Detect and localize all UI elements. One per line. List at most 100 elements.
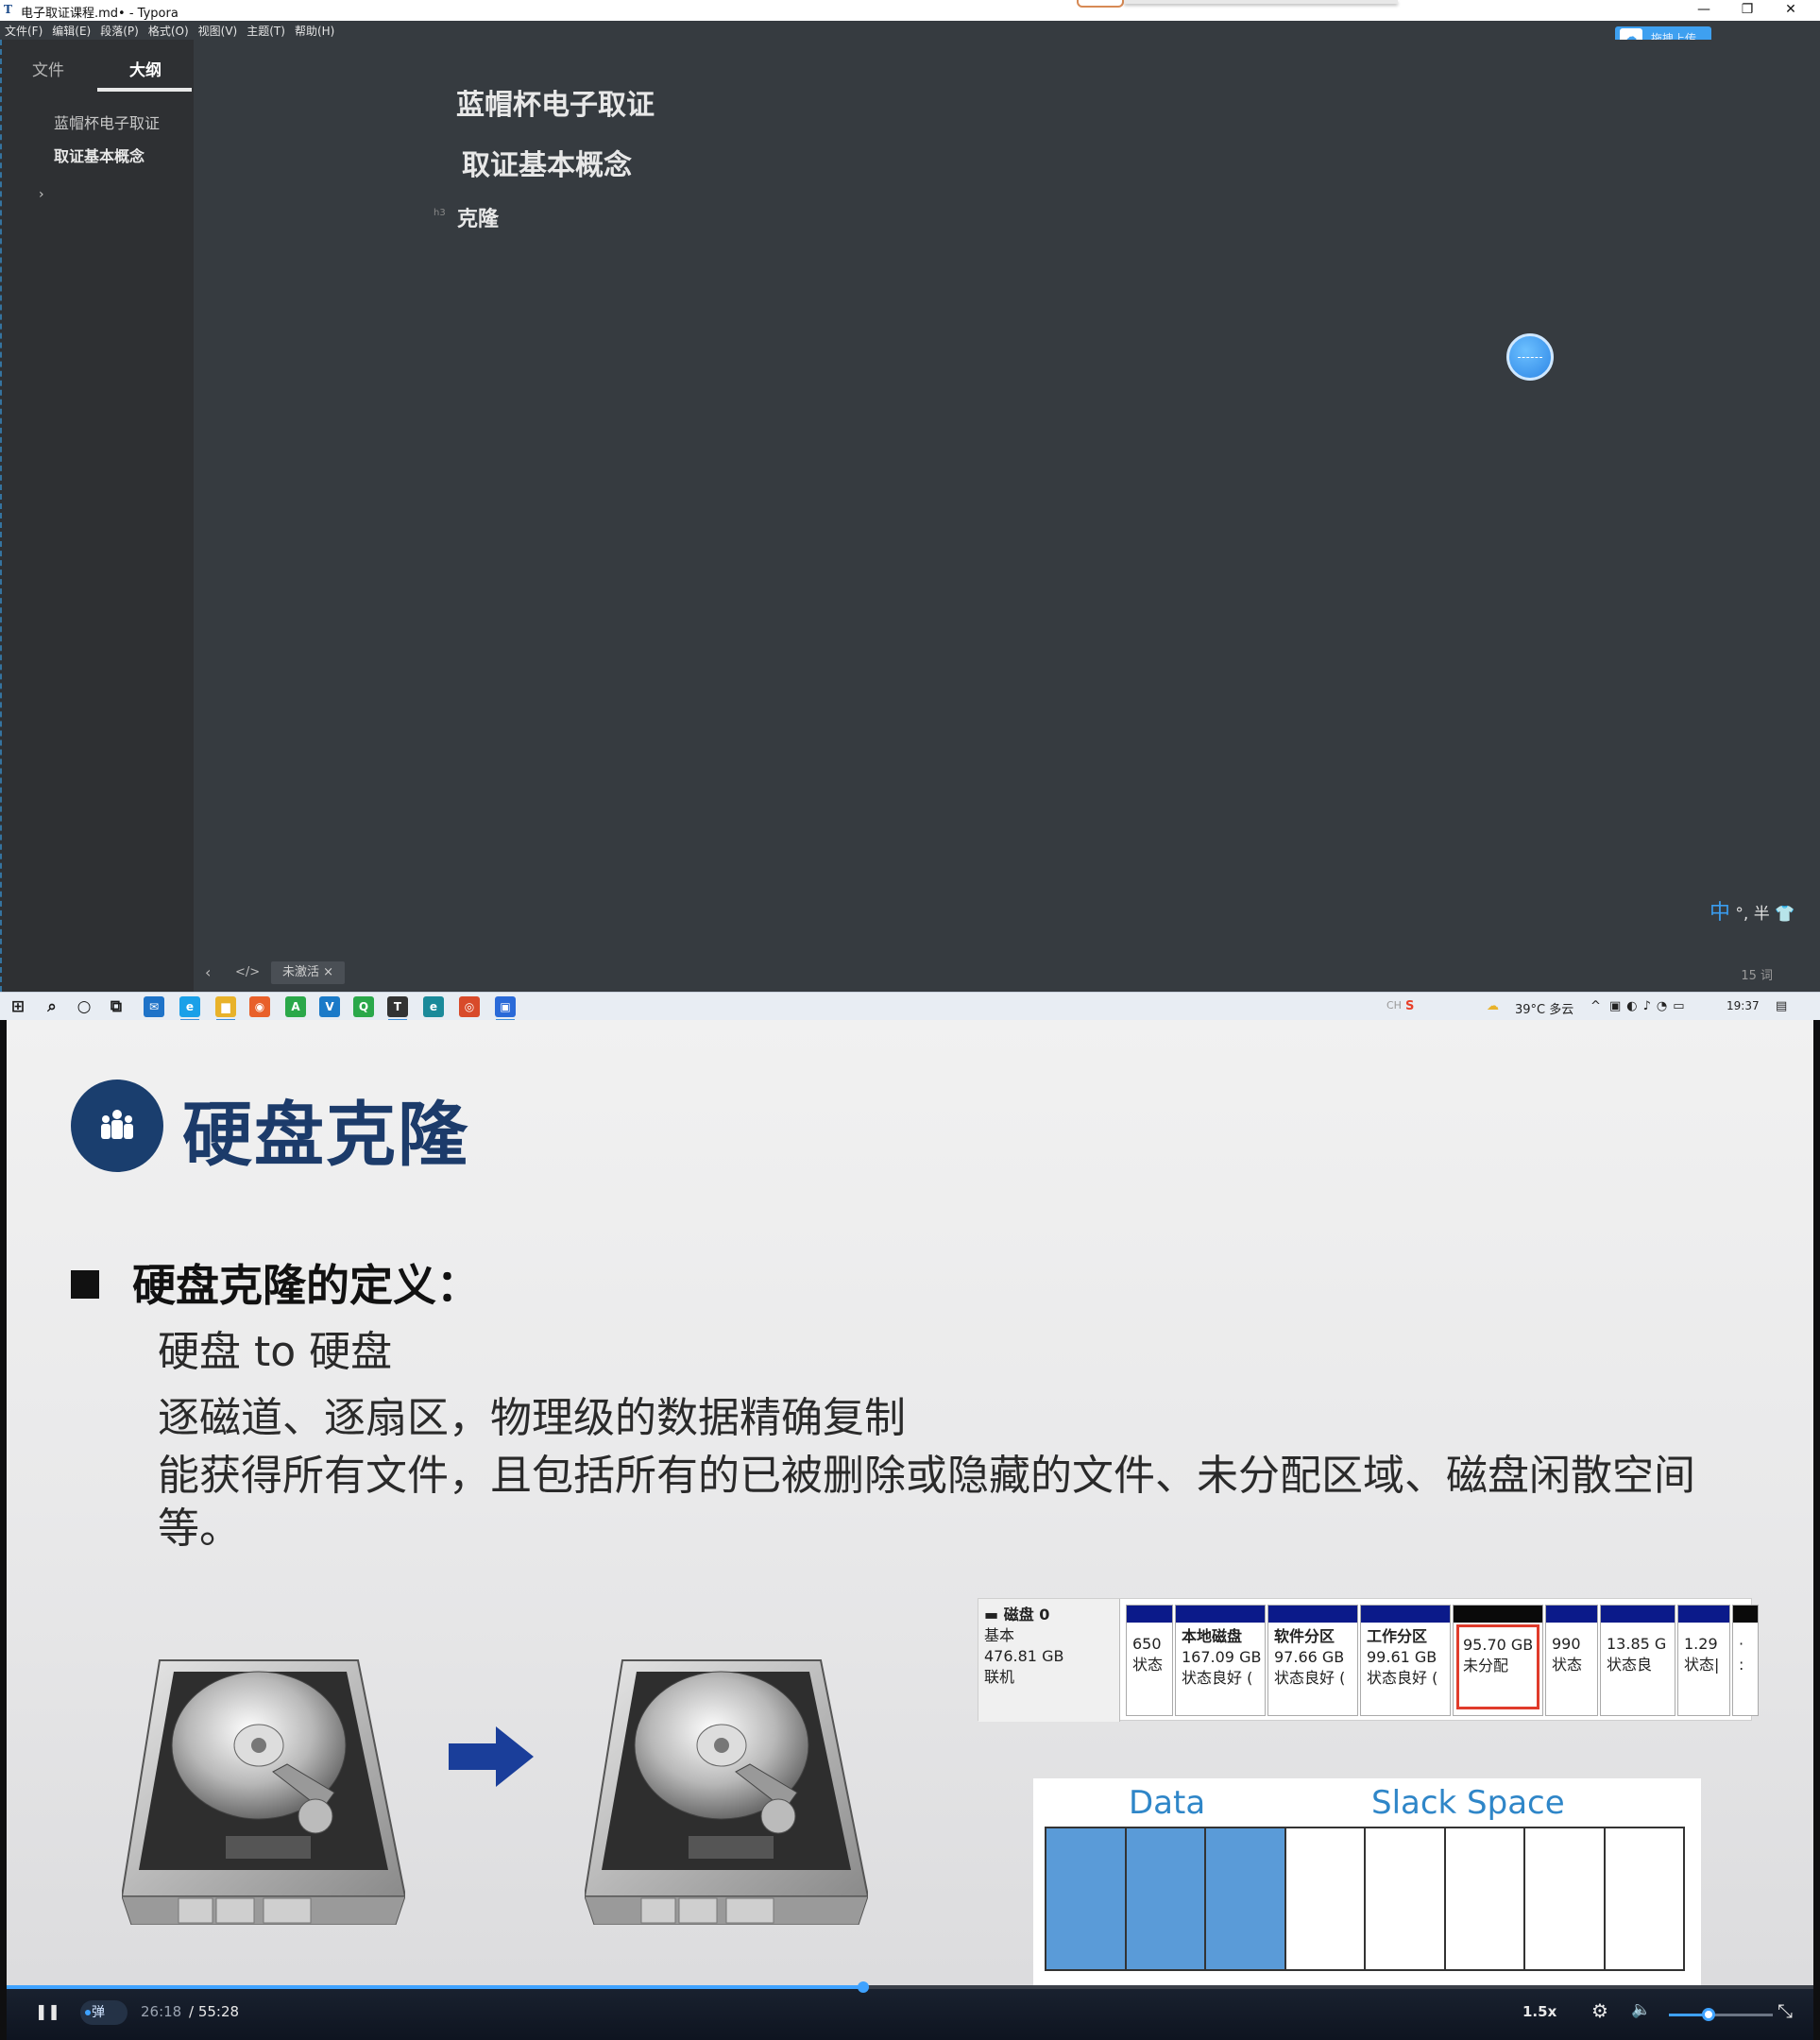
chevron-right-icon[interactable]: › (39, 187, 44, 202)
sogou-icon[interactable]: S (1405, 999, 1414, 1013)
outline-item-h1[interactable]: 蓝帽杯电子取证 (54, 110, 160, 133)
partition: 650 状态 (1126, 1605, 1173, 1716)
partition-info: 1.29 状态| (1684, 1634, 1727, 1675)
source-code-icon[interactable]: </> (235, 965, 260, 979)
taskbar-start-icon[interactable]: ⊞ (8, 996, 28, 1017)
tray-status-icons[interactable]: ▣◐♪◔▭ (1609, 999, 1691, 1013)
taskbar-mail-icon[interactable]: ✉ (144, 996, 164, 1017)
definition-heading: 硬盘克隆的定义： (132, 1260, 480, 1311)
partition-status: : (1739, 1656, 1744, 1674)
partition: 13.85 G 状态良 (1600, 1605, 1675, 1716)
unallocated-partition: 95.70 GB 未分配 (1453, 1605, 1543, 1716)
word-count[interactable]: 15 词 (1741, 965, 1773, 983)
slack-cluster (1286, 1828, 1366, 1969)
slack-cluster (1446, 1828, 1525, 1969)
outline-item-h2[interactable]: 取证基本概念 (54, 144, 145, 166)
partition-info: 990 状态 (1552, 1634, 1595, 1675)
taskbar-edge-legacy-icon[interactable]: e (179, 996, 200, 1021)
heading-1[interactable]: 蓝帽杯电子取证 (456, 81, 655, 123)
speed-button[interactable]: 1.5x (1522, 2003, 1556, 2020)
partition-size: 13.85 G (1607, 1635, 1667, 1653)
editor-area[interactable]: 蓝帽杯电子取证 取证基本概念 h3 克隆 (194, 40, 1820, 954)
clock[interactable]: 19:37 (1726, 999, 1760, 1012)
menu-help[interactable]: 帮助(H) (290, 22, 339, 41)
partition-bar (1176, 1606, 1265, 1623)
taskbar-vmware-icon[interactable]: V (319, 996, 340, 1017)
activation-tag[interactable]: 未激活 × (271, 961, 346, 984)
capture-toolbar (1124, 0, 1398, 4)
partition-bar (1454, 1606, 1542, 1623)
tab-files[interactable]: 文件 (32, 57, 64, 80)
cluster-cells (1045, 1827, 1685, 1971)
taskbar-search-icon[interactable]: ⌕ (42, 996, 62, 1017)
tray-expand-icon[interactable]: ^ (1590, 999, 1601, 1013)
pause-icon[interactable]: ❚❚ (35, 2002, 60, 2020)
arrow-right-icon (449, 1726, 534, 1787)
exit-fullscreen-icon[interactable]: ⤡ (1777, 1999, 1793, 2022)
partition-size: 95.70 GB (1463, 1636, 1534, 1654)
partition-bar (1268, 1606, 1357, 1623)
partition-bar (1678, 1606, 1729, 1623)
window-title: 电子取证课程.md• - Typora (21, 7, 179, 21)
taskbar-app-qc-icon[interactable]: Q (353, 996, 374, 1017)
notification-icon[interactable]: ▤ (1776, 999, 1787, 1013)
taskbar-explorer-icon[interactable]: ▆ (215, 996, 236, 1021)
disk-type: 基本 (984, 1626, 1015, 1644)
disk-status: 联机 (984, 1668, 1015, 1686)
partition-size: · (1739, 1635, 1744, 1653)
menu-edit[interactable]: 编辑(E) (47, 22, 95, 41)
data-cluster (1126, 1828, 1206, 1969)
taskbar-task-view-icon[interactable]: ⧉ (106, 996, 127, 1017)
typora-icon: T (4, 3, 12, 16)
bullet-icon (71, 1270, 99, 1299)
menu-theme[interactable]: 主题(T) (242, 22, 290, 41)
volume-handle[interactable] (1702, 2008, 1715, 2021)
taskbar-cortana-icon[interactable]: ○ (74, 996, 94, 1017)
menu-view[interactable]: 视图(V) (194, 22, 243, 41)
slack-cluster (1366, 1828, 1446, 1969)
back-icon[interactable]: ‹ (205, 963, 211, 981)
data-cluster (1046, 1828, 1127, 1969)
volume-icon[interactable]: 🔈 (1631, 2000, 1651, 2019)
taskbar-chrome-icon[interactable]: ◎ (459, 996, 480, 1017)
partition-title: 本地磁盘 (1182, 1627, 1243, 1645)
settings-icon[interactable]: ⚙ (1591, 1999, 1608, 2022)
status-bar: ‹ </> 未激活 × 15 词 (194, 954, 1820, 992)
taskbar-edge-icon[interactable]: e (423, 996, 444, 1017)
ime-mode[interactable]: 中 (1709, 901, 1730, 925)
taskbar-typora-icon[interactable]: T (387, 996, 408, 1021)
progress-handle[interactable] (858, 1981, 869, 1993)
active-tab-indicator (97, 88, 192, 92)
partition-status: 状态良好 ( (1274, 1669, 1346, 1687)
partition-bar (1361, 1606, 1450, 1623)
ime-toolbar[interactable]: 中 °, 半 👕 (1709, 895, 1813, 925)
taskbar-app-a-icon[interactable]: A (285, 996, 306, 1017)
slack-space-diagram: Data Slack Space (1033, 1778, 1701, 1985)
close-button[interactable]: ✕ (1769, 0, 1812, 21)
disk-icon: ▬ (984, 1606, 1004, 1624)
target-hard-drive-icon (585, 1659, 868, 1925)
mouse-highlight-icon (1506, 333, 1554, 381)
tab-outline[interactable]: 大纲 (129, 57, 162, 80)
menu-paragraph[interactable]: 段落(P) (95, 22, 144, 41)
minimize-button[interactable]: — (1682, 0, 1726, 21)
partition-info: ·: (1739, 1634, 1756, 1675)
capture-handle-icon[interactable] (1077, 0, 1124, 8)
heading-3[interactable]: 克隆 (457, 202, 499, 232)
danmaku-toggle[interactable]: 弹 (80, 2000, 128, 2025)
video-player[interactable]: 硬盘克隆 硬盘克隆的定义： 硬盘 to 硬盘 逐磁道、逐扇区，物理级的数据精确复… (0, 1020, 1820, 2040)
shirt-icon[interactable]: 👕 (1775, 905, 1794, 924)
heading-2[interactable]: 取证基本概念 (462, 142, 632, 183)
ime-status: °, 半 (1735, 905, 1770, 924)
taskbar-player-icon[interactable]: ▣ (495, 996, 516, 1021)
weather-text[interactable]: 39°C 多云 (1515, 999, 1573, 1017)
partition-bar (1127, 1606, 1172, 1623)
language-indicator[interactable]: CH (1386, 999, 1402, 1012)
menu-format[interactable]: 格式(O) (144, 22, 194, 41)
slack-space-label: Slack Space (1371, 1784, 1565, 1822)
taskbar-firefox-icon[interactable]: ◉ (249, 996, 270, 1017)
partition-info: 650 状态 (1132, 1634, 1170, 1675)
restore-button[interactable]: ❐ (1726, 0, 1769, 21)
menu-file[interactable]: 文件(F) (0, 22, 47, 41)
partition-status: 未分配 (1463, 1657, 1509, 1674)
